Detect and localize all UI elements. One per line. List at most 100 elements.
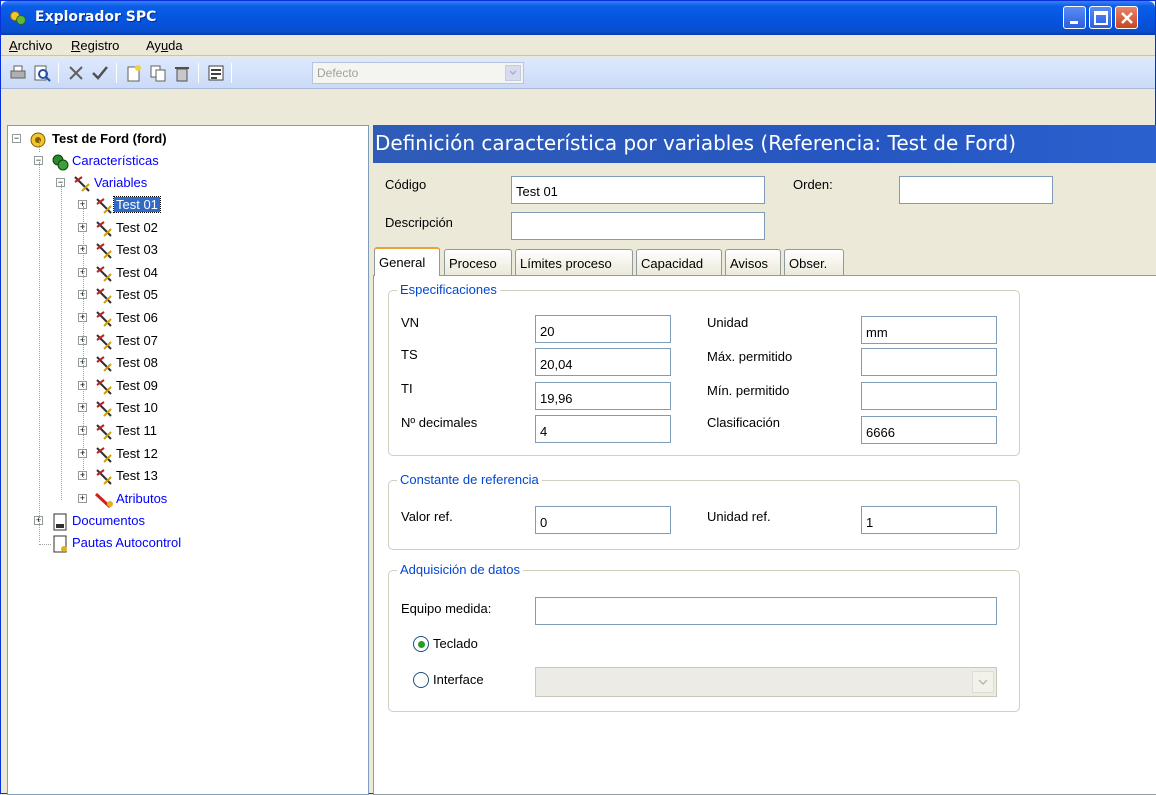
- adquisicion-title: Adquisición de datos: [397, 562, 523, 577]
- chevron-down-icon[interactable]: [505, 65, 521, 81]
- tab-limites-proceso[interactable]: Límites proceso: [515, 249, 633, 275]
- minimize-icon: [1070, 21, 1078, 24]
- tree-label-variable: Test 07: [116, 333, 158, 348]
- toolbar: Defecto: [1, 57, 1155, 89]
- caliper-icon: [96, 379, 112, 395]
- vn-label: VN: [401, 315, 420, 330]
- decimales-field[interactable]: 4: [535, 415, 671, 443]
- menu-archivo[interactable]: Archivo: [9, 38, 52, 53]
- profile-combo[interactable]: Defecto: [312, 62, 524, 84]
- unidad-ref-label: Unidad ref.: [707, 509, 771, 524]
- vn-field[interactable]: 20: [535, 315, 671, 343]
- tab-proceso[interactable]: Proceso: [444, 249, 512, 275]
- orden-label: Orden:: [793, 177, 833, 192]
- codigo-field[interactable]: Test 01: [511, 176, 765, 204]
- tree-label-variable: Test 10: [116, 400, 158, 415]
- minimize-button[interactable]: [1063, 6, 1086, 29]
- new-document-icon[interactable]: [125, 64, 143, 82]
- tree-node-pautas[interactable]: Pautas Autocontrol: [34, 534, 334, 554]
- interface-label[interactable]: Interface: [433, 672, 484, 687]
- clasificacion-field[interactable]: 6666: [861, 416, 997, 444]
- menu-registro[interactable]: Registro: [71, 38, 119, 53]
- tree-node-variable[interactable]: + Test 06: [78, 309, 278, 329]
- tree-node-variable[interactable]: + Test 03: [78, 241, 278, 261]
- trash-icon[interactable]: [173, 64, 191, 82]
- teclado-label[interactable]: Teclado: [433, 636, 478, 651]
- unidad-ref-field[interactable]: 1: [861, 506, 997, 534]
- tree-node-variable[interactable]: + Test 13: [78, 467, 278, 487]
- delete-x-icon[interactable]: [67, 64, 85, 82]
- tree-node-variable[interactable]: + Test 07: [78, 332, 278, 352]
- max-field[interactable]: [861, 348, 997, 376]
- caliper-icon: [96, 243, 112, 259]
- ts-field[interactable]: 20,04: [535, 348, 671, 376]
- interface-combo: [535, 667, 997, 697]
- ti-field[interactable]: 19,96: [535, 382, 671, 410]
- caliper-icon: [96, 198, 112, 214]
- accept-check-icon[interactable]: [91, 64, 109, 82]
- window-title: Explorador SPC: [35, 9, 157, 25]
- copy-icon[interactable]: [149, 64, 167, 82]
- tab-capacidad[interactable]: Capacidad: [636, 249, 722, 275]
- valor-ref-field[interactable]: 0: [535, 506, 671, 534]
- expand-icon[interactable]: +: [78, 494, 87, 503]
- attribute-icon: [94, 492, 113, 509]
- menu-ayuda[interactable]: Ayuda: [146, 38, 183, 53]
- detail-pane: Definición característica por variables …: [373, 125, 1156, 795]
- tree-label-variables: Variables: [94, 175, 148, 190]
- ti-label: TI: [401, 381, 413, 396]
- tree-node-variable[interactable]: + Test 05: [78, 286, 278, 306]
- tree-node-variable[interactable]: + Test 01: [78, 196, 278, 216]
- caliper-icon: [96, 266, 112, 282]
- equipo-field[interactable]: [535, 597, 997, 625]
- tree-label-pautas: Pautas Autocontrol: [72, 535, 182, 550]
- caliper-icon: [96, 469, 112, 485]
- tab-avisos[interactable]: Avisos: [725, 249, 781, 275]
- tab-general[interactable]: General: [374, 247, 440, 276]
- print-icon[interactable]: [9, 64, 27, 82]
- close-button[interactable]: [1115, 6, 1138, 29]
- page-title: Definición característica por variables …: [373, 125, 1156, 163]
- orden-field[interactable]: [899, 176, 1053, 204]
- toolbar-separator: [116, 63, 117, 83]
- caliper-icon: [96, 311, 112, 327]
- unidad-field[interactable]: mm: [861, 316, 997, 344]
- document-check-icon: [53, 535, 67, 553]
- maximize-icon: [1094, 11, 1108, 25]
- radio-selected-dot: [418, 641, 425, 648]
- tree-node-root[interactable]: − Test de Ford (ford): [12, 130, 362, 150]
- tree-label-variable: Test 09: [116, 378, 158, 393]
- tab-obser[interactable]: Obser.: [784, 249, 844, 275]
- interface-radio[interactable]: [413, 672, 429, 688]
- caliper-icon: [96, 334, 112, 350]
- tree-label-caracteristicas: Características: [72, 153, 159, 168]
- form-view-icon[interactable]: [207, 64, 225, 82]
- toolbar-separator: [58, 63, 59, 83]
- title-bar[interactable]: Explorador SPC: [1, 1, 1155, 35]
- decimales-label: Nº decimales: [401, 415, 478, 430]
- collapse-icon[interactable]: −: [12, 134, 21, 143]
- tree-node-variable[interactable]: + Test 11: [78, 422, 278, 442]
- tree-label-variable: Test 12: [116, 446, 158, 461]
- tree-label-variable: Test 02: [116, 220, 158, 235]
- close-icon: [1121, 12, 1133, 24]
- print-preview-icon[interactable]: [33, 64, 51, 82]
- tree-node-variable[interactable]: + Test 12: [78, 445, 278, 465]
- toolbar-separator: [231, 63, 232, 83]
- tree-node-variable[interactable]: + Test 04: [78, 264, 278, 284]
- descripcion-field[interactable]: [511, 212, 765, 240]
- tree-node-variable[interactable]: + Test 02: [78, 219, 278, 239]
- tree-node-documentos[interactable]: + Documentos: [34, 512, 334, 532]
- teclado-radio[interactable]: [413, 636, 429, 652]
- tree-node-variable[interactable]: + Test 09: [78, 377, 278, 397]
- tree-node-caracteristicas[interactable]: − Características: [34, 152, 334, 172]
- tree-node-variables[interactable]: − Variables: [56, 174, 336, 194]
- min-field[interactable]: [861, 382, 997, 410]
- tree-node-variable[interactable]: + Test 08: [78, 354, 278, 374]
- maximize-button[interactable]: [1089, 6, 1112, 29]
- caliper-icon: [96, 221, 112, 237]
- tree-node-atributos[interactable]: + Atributos: [78, 490, 338, 510]
- tree-pane[interactable]: − Test de Ford (ford) − Características …: [7, 125, 369, 795]
- tree-label-root: Test de Ford (ford): [52, 131, 167, 146]
- tree-node-variable[interactable]: + Test 10: [78, 399, 278, 419]
